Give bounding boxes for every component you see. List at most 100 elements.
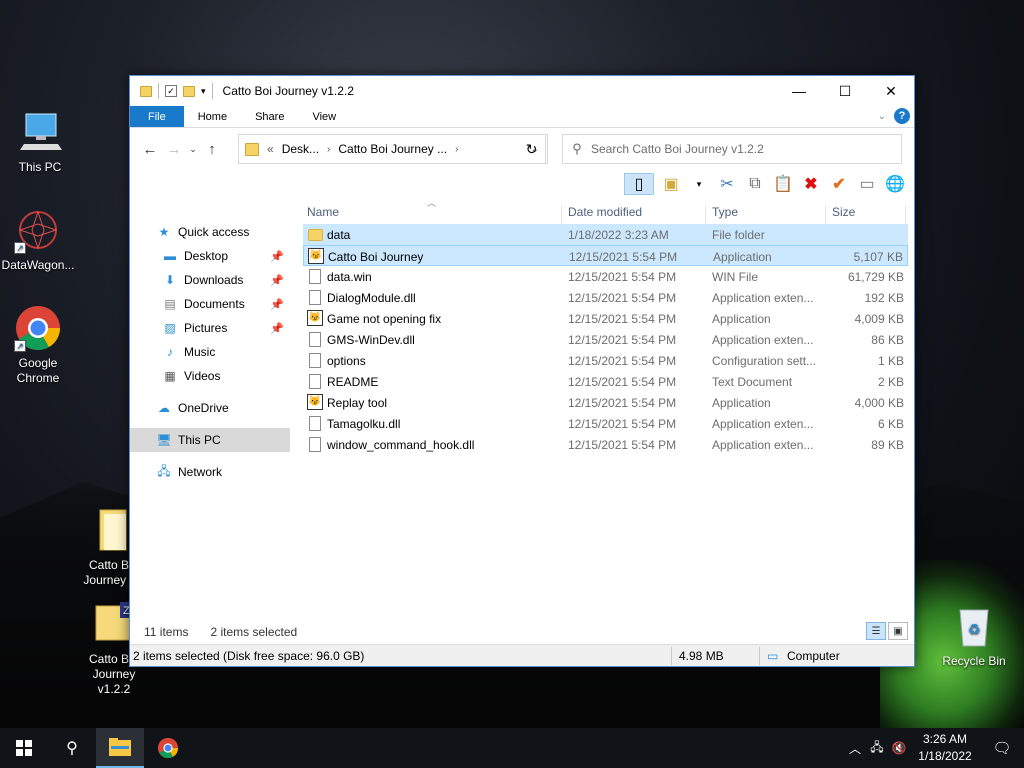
file-rows: data 1/18/2022 3:23 AM File folder 😼 Catto B… — [303, 224, 908, 455]
folder-icon — [245, 142, 259, 156]
table-row[interactable]: options 12/15/2021 5:54 PM Configuration s… — [303, 350, 908, 371]
tab-view[interactable]: View — [298, 106, 350, 127]
address-overflow[interactable]: « — [267, 142, 274, 156]
table-row[interactable]: README 12/15/2021 5:54 PM Text Document 2 K… — [303, 371, 908, 392]
taskbar-file-explorer[interactable] — [96, 728, 144, 768]
chevron-right-icon[interactable]: › — [327, 144, 330, 155]
sidebar-item-videos[interactable]: ▦ Videos — [130, 364, 290, 388]
search-input[interactable]: ⚲ Search Catto Boi Journey v1.2.2 — [562, 134, 902, 164]
address-bar[interactable]: « Desk... › Catto Boi Journey ... › ⌄ — [238, 134, 548, 164]
desktop-icon-this-pc[interactable]: This PC — [2, 108, 78, 175]
back-arrow-icon[interactable]: ← — [138, 141, 162, 158]
window-title: Catto Boi Journey v1.2.2 — [222, 84, 354, 98]
delete-icon[interactable]: ✖ — [800, 173, 822, 195]
sidebar-item-music[interactable]: ♪ Music — [130, 340, 290, 364]
taskbar-chrome[interactable] — [144, 728, 192, 768]
paste-icon[interactable]: 📋 — [772, 173, 794, 195]
table-row[interactable]: 😼 Game not opening fix 12/15/2021 5:54 PM A… — [303, 308, 908, 329]
file-type: Application — [713, 250, 772, 264]
search-icon: ⚲ — [572, 141, 582, 156]
sidebar-item-onedrive[interactable]: ☁ OneDrive — [130, 396, 290, 420]
shortcut-arrow-icon: ↗ — [14, 242, 26, 254]
expand-ribbon-chevron-icon[interactable]: ⌄ — [878, 111, 886, 122]
desktop-icon-recycle-bin[interactable]: ♻ Recycle Bin — [936, 602, 1012, 669]
network-icon[interactable]: 🖧 — [866, 738, 888, 759]
chevron-up-icon[interactable]: ︿ — [844, 740, 866, 757]
cut-icon[interactable]: ✂ — [716, 173, 738, 195]
file-type: Application exten... — [712, 291, 814, 305]
table-row[interactable]: 😼 Catto Boi Journey 12/15/2021 5:54 PM Appl… — [303, 245, 908, 266]
column-header-size[interactable]: Size — [832, 205, 855, 219]
customize-toolbar-icon[interactable]: ▾ — [201, 86, 206, 97]
column-header-date[interactable]: Date modified — [568, 205, 642, 219]
table-row[interactable]: DialogModule.dll 12/15/2021 5:54 PM Applic… — [303, 287, 908, 308]
recent-locations-chevron-icon[interactable]: ⌄ — [186, 144, 200, 155]
new-folder-icon[interactable]: ▣ — [660, 173, 682, 195]
help-button[interactable]: ? — [894, 108, 910, 124]
sidebar-item-downloads[interactable]: ⬇ Downloads 📌 — [130, 268, 290, 292]
minimize-button[interactable]: — — [776, 76, 822, 106]
tab-home[interactable]: Home — [184, 106, 241, 127]
properties-icon[interactable]: ✓ — [165, 85, 177, 97]
file-date: 12/15/2021 5:54 PM — [568, 312, 677, 326]
desktop-icon-chrome[interactable]: ↗ Google Chrome — [0, 304, 76, 386]
table-row[interactable]: data.win 12/15/2021 5:54 PM WIN File 61,729… — [303, 266, 908, 287]
table-row[interactable]: window_command_hook.dll 12/15/2021 5:54 P… — [303, 434, 908, 455]
sidebar-item-documents[interactable]: ▤ Documents 📌 — [130, 292, 290, 316]
forward-arrow-icon[interactable]: → — [162, 141, 186, 158]
table-row[interactable]: data 1/18/2022 3:23 AM File folder — [303, 224, 908, 245]
large-icons-view-icon[interactable]: ▣ — [888, 622, 908, 640]
file-icon-glyph: 😼 — [308, 248, 324, 264]
table-row[interactable]: 😼 Replay tool 12/15/2021 5:54 PM Applicatio… — [303, 392, 908, 413]
file-name: Game not opening fix — [327, 312, 442, 326]
document-icon — [307, 331, 323, 347]
sidebar-item-quick-access[interactable]: ★ Quick access — [130, 220, 290, 244]
desktop-icon-datawagon[interactable]: ↗ DataWagon... — [0, 206, 76, 273]
speaker-muted-icon[interactable]: 🔇 — [888, 741, 910, 755]
up-arrow-icon[interactable]: ↑ — [200, 141, 224, 158]
tab-share[interactable]: Share — [241, 106, 298, 127]
breadcrumb-current-folder[interactable]: Catto Boi Journey ... — [338, 142, 447, 156]
details-view-icon[interactable]: ☰ — [866, 622, 886, 640]
file-name: options — [327, 354, 366, 368]
rename-icon[interactable]: ▭ — [856, 173, 878, 195]
shortcut-arrow-icon: ↗ — [14, 340, 26, 352]
refresh-button[interactable]: ↻ — [518, 134, 546, 164]
table-row[interactable]: GMS-WinDev.dll 12/15/2021 5:54 PM Applicat… — [303, 329, 908, 350]
file-date: 12/15/2021 5:54 PM — [568, 417, 677, 431]
title-bar[interactable]: ✓ ▾ Catto Boi Journey v1.2.2 — ☐ ✕ — [130, 76, 914, 106]
column-header-name[interactable]: Name — [307, 205, 339, 219]
breadcrumb-desktop[interactable]: Desk... — [282, 142, 319, 156]
checkmark-icon[interactable]: ✔ — [828, 173, 850, 195]
sidebar-item-pictures[interactable]: ▨ Pictures 📌 — [130, 316, 290, 340]
dropdown-chevron-icon[interactable]: ▾ — [688, 173, 710, 195]
sidebar-item-label: This PC — [178, 433, 221, 447]
sidebar-item-network[interactable]: 🖧 Network — [130, 460, 290, 484]
maximize-button[interactable]: ☐ — [822, 76, 868, 106]
quick-access-toolbar: ✓ ▾ — [130, 83, 213, 99]
preview-pane-icon[interactable]: ▯ — [624, 173, 654, 195]
content-area: ★ Quick access ▬ Desktop 📌 ⬇ Downloads 📌… — [130, 198, 914, 743]
pin-icon: 📌 — [270, 250, 284, 263]
sidebar-item-label: OneDrive — [178, 401, 229, 415]
notification-icon[interactable]: 🗨 — [980, 739, 1024, 757]
computer-icon — [16, 108, 64, 156]
close-button[interactable]: ✕ — [868, 76, 914, 106]
globe-icon[interactable]: 🌐 — [884, 173, 906, 195]
chevron-right-icon[interactable]: › — [455, 144, 458, 155]
file-explorer-window: ✓ ▾ Catto Boi Journey v1.2.2 — ☐ ✕ File … — [129, 75, 915, 743]
sidebar-item-this-pc[interactable]: 🖥 This PC — [130, 428, 290, 452]
sidebar-item-desktop[interactable]: ▬ Desktop 📌 — [130, 244, 290, 268]
copy-icon[interactable]: ⧉ — [744, 173, 766, 195]
column-header-type[interactable]: Type — [712, 205, 738, 219]
clock[interactable]: 3:26 AM 1/18/2022 — [910, 731, 980, 765]
start-button[interactable] — [0, 728, 48, 768]
new-folder-icon[interactable] — [183, 85, 195, 97]
table-row[interactable]: Tamagolku.dll 12/15/2021 5:54 PM Applicati… — [303, 413, 908, 434]
tab-file[interactable]: File — [130, 106, 184, 127]
file-date: 12/15/2021 5:54 PM — [568, 375, 677, 389]
search-button[interactable]: ⚲ — [48, 728, 96, 768]
application-icon: 😼 — [308, 248, 324, 264]
